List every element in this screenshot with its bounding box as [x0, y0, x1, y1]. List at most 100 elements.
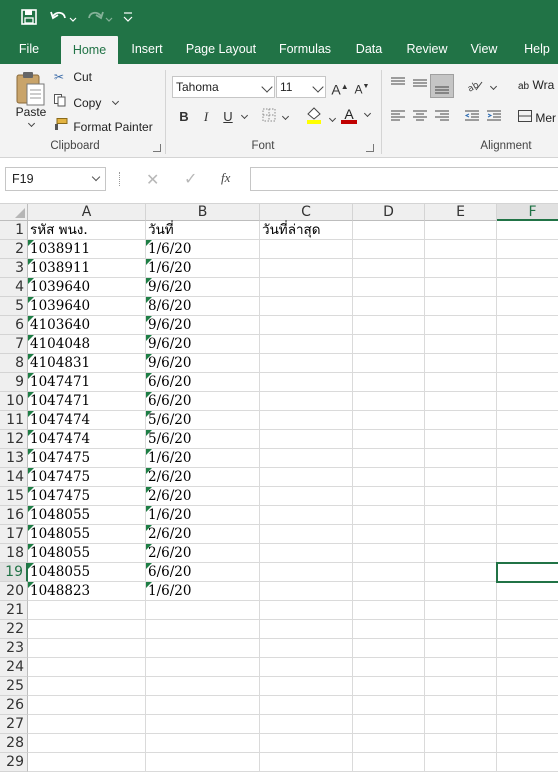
- cell-f8[interactable]: [497, 354, 558, 373]
- paste-button[interactable]: Paste: [14, 105, 48, 119]
- cell-d10[interactable]: [353, 392, 425, 411]
- cell-c11[interactable]: [260, 411, 353, 430]
- cell-d20[interactable]: [353, 582, 425, 601]
- cell-d23[interactable]: [353, 639, 425, 658]
- clipboard-dialog-launcher-icon[interactable]: [153, 144, 161, 152]
- paste-dropdown-icon[interactable]: [25, 118, 36, 132]
- row-header-16[interactable]: 16: [0, 506, 28, 525]
- cell-d29[interactable]: [353, 753, 425, 772]
- cell-b21[interactable]: [146, 601, 260, 620]
- cell-d7[interactable]: [353, 335, 425, 354]
- cell-e23[interactable]: [425, 639, 497, 658]
- cell-b11[interactable]: 5/6/20: [146, 411, 260, 430]
- orientation-dropdown-icon[interactable]: [490, 82, 498, 91]
- cell-c23[interactable]: [260, 639, 353, 658]
- cell-e12[interactable]: [425, 430, 497, 449]
- cell-a18[interactable]: 1048055: [28, 544, 146, 563]
- tab-review[interactable]: Review: [400, 34, 454, 64]
- cell-d1[interactable]: [353, 221, 425, 240]
- cell-d13[interactable]: [353, 449, 425, 468]
- tab-page-layout[interactable]: Page Layout: [180, 34, 262, 64]
- cell-e9[interactable]: [425, 373, 497, 392]
- column-header-c[interactable]: C: [260, 204, 353, 221]
- cell-c13[interactable]: [260, 449, 353, 468]
- cell-c15[interactable]: [260, 487, 353, 506]
- fill-color-dropdown-icon[interactable]: [329, 114, 337, 123]
- copy-dropdown-icon[interactable]: [111, 97, 119, 106]
- cell-f14[interactable]: [497, 468, 558, 487]
- underline-dropdown-icon[interactable]: [238, 110, 249, 124]
- row-header-14[interactable]: 14: [0, 468, 28, 487]
- cell-b29[interactable]: [146, 753, 260, 772]
- cell-c5[interactable]: [260, 297, 353, 316]
- cell-d22[interactable]: [353, 620, 425, 639]
- cell-d27[interactable]: [353, 715, 425, 734]
- row-header-4[interactable]: 4: [0, 278, 28, 297]
- cell-d18[interactable]: [353, 544, 425, 563]
- wrap-text-button[interactable]: ab Wra: [518, 78, 554, 92]
- font-size-select[interactable]: 11: [276, 76, 326, 98]
- row-header-15[interactable]: 15: [0, 487, 28, 506]
- cell-a15[interactable]: 1047475: [28, 487, 146, 506]
- cell-d17[interactable]: [353, 525, 425, 544]
- cell-e22[interactable]: [425, 620, 497, 639]
- cell-b3[interactable]: 1/6/20: [146, 259, 260, 278]
- column-header-e[interactable]: E: [425, 204, 497, 221]
- cell-d2[interactable]: [353, 240, 425, 259]
- cell-f22[interactable]: [497, 620, 558, 639]
- cell-c10[interactable]: [260, 392, 353, 411]
- cell-b18[interactable]: 2/6/20: [146, 544, 260, 563]
- cell-d15[interactable]: [353, 487, 425, 506]
- cell-f1[interactable]: [497, 221, 558, 240]
- cell-c19[interactable]: [260, 563, 353, 582]
- cell-c8[interactable]: [260, 354, 353, 373]
- font-family-select[interactable]: Tahoma: [172, 76, 275, 98]
- cell-a4[interactable]: 1039640: [28, 278, 146, 297]
- cell-b20[interactable]: 1/6/20: [146, 582, 260, 601]
- cell-f9[interactable]: [497, 373, 558, 392]
- cell-c27[interactable]: [260, 715, 353, 734]
- cell-a7[interactable]: 4104048: [28, 335, 146, 354]
- row-header-5[interactable]: 5: [0, 297, 28, 316]
- align-left-icon[interactable]: [390, 109, 408, 127]
- shrink-font-button[interactable]: A▼: [352, 77, 372, 97]
- bold-button[interactable]: B: [174, 107, 194, 127]
- row-header-20[interactable]: 20: [0, 582, 28, 601]
- align-center-icon[interactable]: [412, 109, 430, 127]
- column-header-b[interactable]: B: [146, 204, 260, 221]
- cell-a25[interactable]: [28, 677, 146, 696]
- cell-a28[interactable]: [28, 734, 146, 753]
- cell-a10[interactable]: 1047471: [28, 392, 146, 411]
- cell-e27[interactable]: [425, 715, 497, 734]
- cell-b2[interactable]: 1/6/20: [146, 240, 260, 259]
- cell-c2[interactable]: [260, 240, 353, 259]
- cell-f11[interactable]: [497, 411, 558, 430]
- cell-e17[interactable]: [425, 525, 497, 544]
- column-header-f[interactable]: F: [497, 204, 558, 221]
- cell-b15[interactable]: 2/6/20: [146, 487, 260, 506]
- row-header-19[interactable]: 19: [0, 563, 28, 582]
- cell-c6[interactable]: [260, 316, 353, 335]
- row-header-23[interactable]: 23: [0, 639, 28, 658]
- cell-d6[interactable]: [353, 316, 425, 335]
- row-header-11[interactable]: 11: [0, 411, 28, 430]
- cell-f21[interactable]: [497, 601, 558, 620]
- cell-b25[interactable]: [146, 677, 260, 696]
- row-header-22[interactable]: 22: [0, 620, 28, 639]
- cell-d25[interactable]: [353, 677, 425, 696]
- cell-a24[interactable]: [28, 658, 146, 677]
- cell-e7[interactable]: [425, 335, 497, 354]
- row-header-7[interactable]: 7: [0, 335, 28, 354]
- cell-c12[interactable]: [260, 430, 353, 449]
- align-right-icon[interactable]: [434, 109, 452, 127]
- tab-help[interactable]: Help: [516, 34, 558, 64]
- cell-d14[interactable]: [353, 468, 425, 487]
- cell-c1[interactable]: วันที่ล่าสุด: [260, 221, 353, 240]
- borders-dropdown-icon[interactable]: [282, 112, 290, 121]
- cut-button[interactable]: ✂ Cut: [54, 70, 92, 84]
- cell-e6[interactable]: [425, 316, 497, 335]
- cell-b22[interactable]: [146, 620, 260, 639]
- cell-e2[interactable]: [425, 240, 497, 259]
- tab-view[interactable]: View: [462, 34, 506, 64]
- merge-center-button[interactable]: Mer: [518, 110, 556, 125]
